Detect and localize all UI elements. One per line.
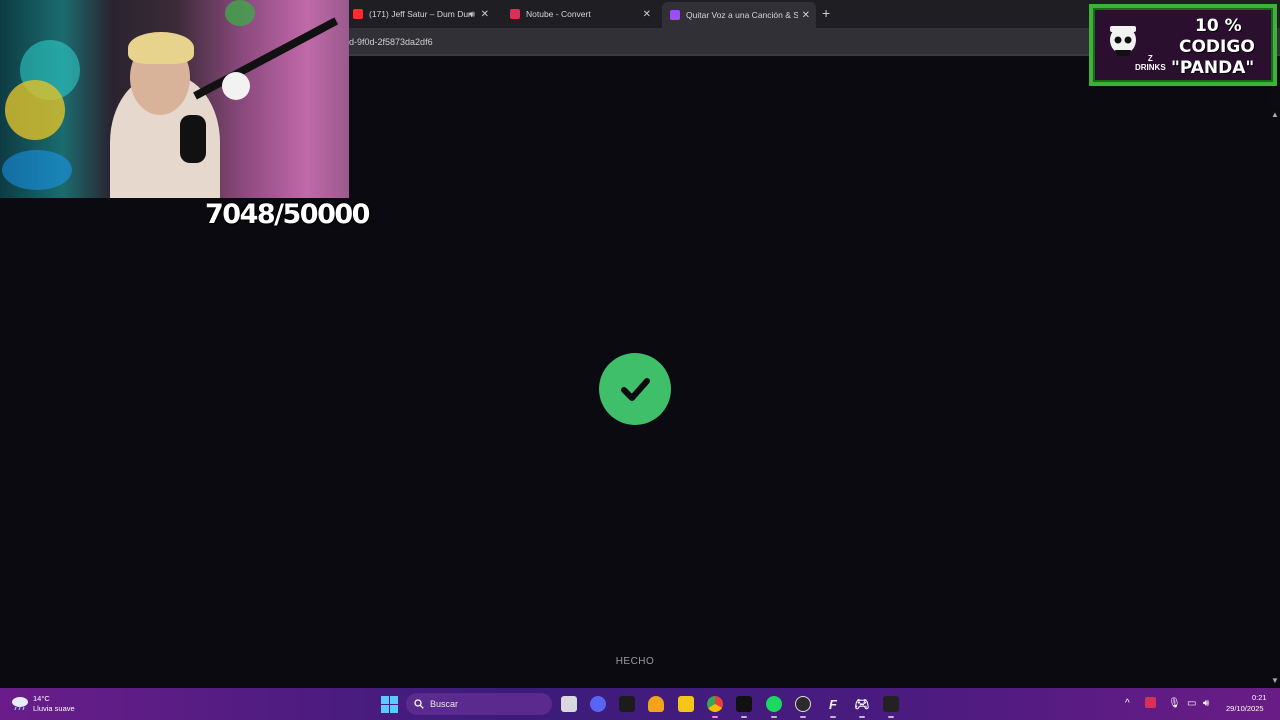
youtube-icon <box>353 9 363 19</box>
new-tab-button[interactable]: + <box>822 5 830 21</box>
waves-icon[interactable] <box>736 696 752 712</box>
mic-arm <box>193 17 339 100</box>
app-running-indicator <box>800 716 806 718</box>
close-tab-icon[interactable]: ✕ <box>481 9 489 20</box>
screen: (171) Jeff Satur – Dum Dum 🔊︎ ✕ Notube -… <box>0 0 1280 720</box>
scroll-up-icon[interactable]: ▲ <box>1271 110 1279 119</box>
status-label: HECHO <box>615 656 655 667</box>
discord-icon[interactable] <box>590 696 606 712</box>
close-tab-icon[interactable]: ✕ <box>802 10 810 21</box>
clock-time[interactable]: 0:21 <box>1252 693 1267 702</box>
app-running-indicator <box>888 716 894 718</box>
weather-temperature[interactable]: 14°C <box>33 694 50 703</box>
search-label: Buscar <box>430 699 459 709</box>
scroll-down-icon[interactable]: ▼ <box>1271 676 1279 685</box>
tab-title: (171) Jeff Satur – Dum Dum <box>369 9 473 19</box>
close-tab-icon[interactable]: ✕ <box>643 9 651 20</box>
chrome-active-indicator <box>712 716 718 718</box>
text-app-icon[interactable]: F <box>825 696 841 712</box>
tray-app-icon[interactable] <box>1145 697 1156 708</box>
panda-plush <box>222 72 250 100</box>
app-running-indicator <box>859 716 865 718</box>
plush-toy <box>5 80 65 140</box>
fl-studio-icon[interactable] <box>648 696 664 712</box>
rgb-keyboard-light <box>2 150 72 190</box>
microphone <box>180 115 206 163</box>
streamer-hair <box>128 32 194 64</box>
gamepad-icon[interactable]: 🎮︎ <box>854 696 870 712</box>
speaker-icon[interactable]: 🔊︎ <box>469 9 475 20</box>
task-view-icon[interactable] <box>561 696 577 712</box>
follower-goal-counter: 7048/50000 <box>205 199 370 230</box>
promo-code-label: CODIGO <box>1179 37 1255 57</box>
search-icon <box>414 699 424 709</box>
weather-description[interactable]: Lluvia suave <box>33 704 75 713</box>
capcut-icon[interactable] <box>619 696 635 712</box>
promo-code: "PANDA" <box>1171 58 1255 78</box>
tab-active-vocal-remover[interactable]: Quitar Voz a una Canción & Se ✕ <box>662 2 816 28</box>
network-icon[interactable]: ▭ <box>1187 698 1196 709</box>
check-icon <box>621 378 650 401</box>
chevron-up-icon[interactable]: ^ <box>1125 698 1130 709</box>
obs-icon[interactable] <box>795 696 811 712</box>
app-running-indicator <box>741 716 747 718</box>
volume-icon[interactable]: 🔊︎ <box>1203 698 1209 709</box>
windows-taskbar: 14°C Lluvia suave Buscar F 🎮︎ ^ 🎙︎ ▭ 🔊︎ … <box>0 688 1280 720</box>
tab-notube[interactable]: Notube - Convert ✕ <box>502 3 657 25</box>
start-button[interactable] <box>381 696 398 713</box>
success-check-badge <box>599 353 671 425</box>
file-explorer-icon[interactable] <box>678 696 694 712</box>
tab-youtube[interactable]: (171) Jeff Satur – Dum Dum 🔊︎ ✕ <box>345 3 495 25</box>
taskbar-search[interactable]: Buscar <box>406 693 552 715</box>
epic-games-icon[interactable] <box>883 696 899 712</box>
scrollbar[interactable] <box>1270 108 1280 688</box>
promo-discount: 10 % <box>1195 16 1242 36</box>
webcam-overlay <box>0 0 349 198</box>
brand-logo-text: Z DRINKS <box>1135 54 1166 72</box>
url-text[interactable]: d-9f0d-2f5873da2df6 <box>349 37 433 47</box>
microphone-icon[interactable]: 🎙︎ <box>1168 698 1181 709</box>
app-running-indicator <box>771 716 777 718</box>
tab-title: Quitar Voz a una Canción & Se <box>686 10 798 20</box>
tab-title: Notube - Convert <box>526 9 591 19</box>
spotify-icon[interactable] <box>766 696 782 712</box>
app-running-indicator <box>830 716 836 718</box>
chrome-icon[interactable] <box>707 696 723 712</box>
vocal-remover-icon <box>670 10 680 20</box>
cloud-rain-icon[interactable] <box>11 696 29 710</box>
clock-date[interactable]: 29/10/2025 <box>1226 704 1264 713</box>
plant-decor <box>225 0 255 26</box>
promo-banner: Z DRINKS 10 % CODIGO "PANDA" <box>1089 4 1277 86</box>
notube-icon <box>510 9 520 19</box>
